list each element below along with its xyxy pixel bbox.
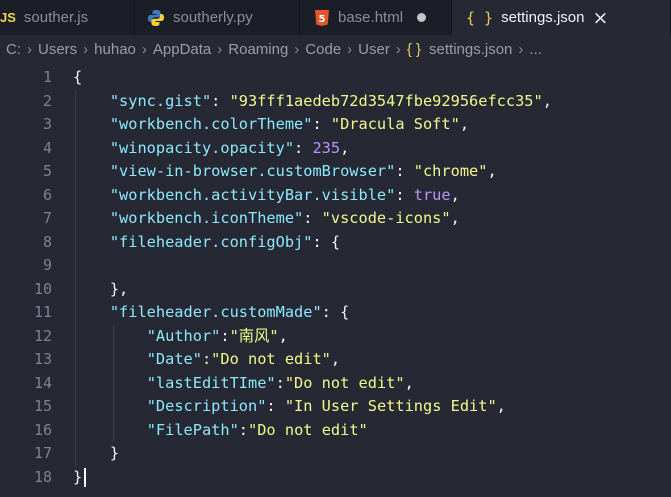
breadcrumb-file[interactable]: settings.json [429, 41, 512, 58]
tab-bar: JS souther.js southerly.py 5 base.html {… [0, 0, 671, 35]
code-line[interactable]: "view-in-browser.customBrowser": "chrome… [73, 160, 497, 184]
code-line[interactable]: }, [73, 278, 128, 302]
code-line[interactable]: "workbench.colorTheme": "Dracula Soft", [73, 113, 469, 137]
chevron-right-icon: › [217, 41, 223, 58]
code-line[interactable]: "fileheader.configObj": { [73, 231, 340, 255]
breadcrumb-item[interactable]: Users [38, 41, 77, 58]
code-line[interactable]: "workbench.iconTheme": "vscode-icons", [73, 207, 460, 231]
tab-base-html[interactable]: 5 base.html [300, 0, 452, 35]
unsaved-dot-icon[interactable] [417, 13, 427, 22]
breadcrumb-item[interactable]: User [358, 41, 390, 58]
code-line[interactable]: "winopacity.opacity": 235, [73, 137, 349, 161]
code-line[interactable]: "Description": "In User Settings Edit", [73, 395, 506, 419]
tab-label: southerly.py [173, 9, 253, 26]
chevron-right-icon: › [347, 41, 353, 58]
python-icon [147, 9, 165, 27]
code-line[interactable]: "lastEditTIme":"Do not edit", [73, 372, 414, 396]
tab-souther-js[interactable]: JS souther.js [0, 0, 135, 35]
line-number: 7 [42, 209, 52, 227]
line-number: 17 [33, 444, 52, 462]
breadcrumb-more[interactable]: ... [529, 41, 542, 58]
line-number: 2 [42, 91, 52, 110]
chevron-right-icon: › [83, 41, 89, 58]
code-line[interactable]: "Author":"南风", [73, 325, 288, 349]
text-cursor [84, 467, 86, 487]
line-number: 6 [42, 185, 52, 204]
chevron-right-icon: › [518, 41, 524, 58]
line-number: 3 [42, 115, 52, 133]
code-line[interactable]: "fileheader.customMade": { [73, 301, 349, 325]
breadcrumb: C: › Users › huhao › AppData › Roaming › Code › User… [0, 35, 671, 64]
breadcrumb-item[interactable]: Roaming [228, 41, 288, 58]
line-number: 16 [33, 420, 52, 439]
breadcrumb-item[interactable]: C: [6, 41, 21, 58]
json-braces-icon: { } [406, 41, 422, 58]
chevron-right-icon: › [141, 41, 147, 58]
line-number: 13 [33, 350, 52, 368]
code-line[interactable]: "sync.gist": "93fff1aedeb72d3547fbe92956… [73, 90, 552, 114]
code-line[interactable]: { [73, 66, 82, 90]
tab-southerly-py[interactable]: southerly.py [135, 0, 300, 35]
code-line[interactable]: } [73, 466, 82, 490]
tab-label: base.html [338, 9, 404, 26]
tab-settings-json[interactable]: { } settings.json × [452, 0, 671, 35]
line-number: 11 [33, 303, 52, 321]
tab-label: settings.json [501, 9, 585, 26]
line-number: 14 [33, 373, 52, 392]
js-icon: JS [0, 10, 16, 25]
breadcrumb-item[interactable]: huhao [94, 41, 136, 58]
code-editor[interactable]: 1 2 3 4 5 6 7 8 9 10 11 12 13 14 15 16 17 18{ "sync.gist"… [0, 64, 671, 497]
line-number: 5 [42, 162, 52, 180]
code-line[interactable]: } [73, 442, 119, 466]
code-line[interactable]: "workbench.activityBar.visible": true, [73, 184, 460, 208]
chevron-right-icon: › [294, 41, 300, 58]
chevron-right-icon: › [395, 41, 401, 58]
tab-label: souther.js [23, 9, 89, 26]
line-number: 8 [42, 232, 52, 251]
svg-text:5: 5 [319, 14, 326, 25]
line-number: 18 [33, 467, 52, 486]
json-braces-icon: { } [466, 8, 494, 27]
chevron-right-icon: › [27, 41, 32, 58]
html5-icon: 5 [314, 9, 330, 27]
line-number: 1 [42, 68, 52, 86]
code-line[interactable]: "Date":"Do not edit", [73, 348, 340, 372]
line-number: 12 [33, 326, 52, 345]
line-number: 10 [33, 279, 52, 298]
breadcrumb-item[interactable]: AppData [153, 41, 211, 58]
close-icon[interactable]: × [592, 7, 608, 29]
line-number: 9 [42, 256, 52, 274]
line-number: 15 [33, 397, 52, 415]
breadcrumb-item[interactable]: Code [305, 41, 341, 58]
code-line[interactable]: "FilePath":"Do not edit" [73, 419, 368, 443]
line-number: 4 [42, 138, 52, 157]
